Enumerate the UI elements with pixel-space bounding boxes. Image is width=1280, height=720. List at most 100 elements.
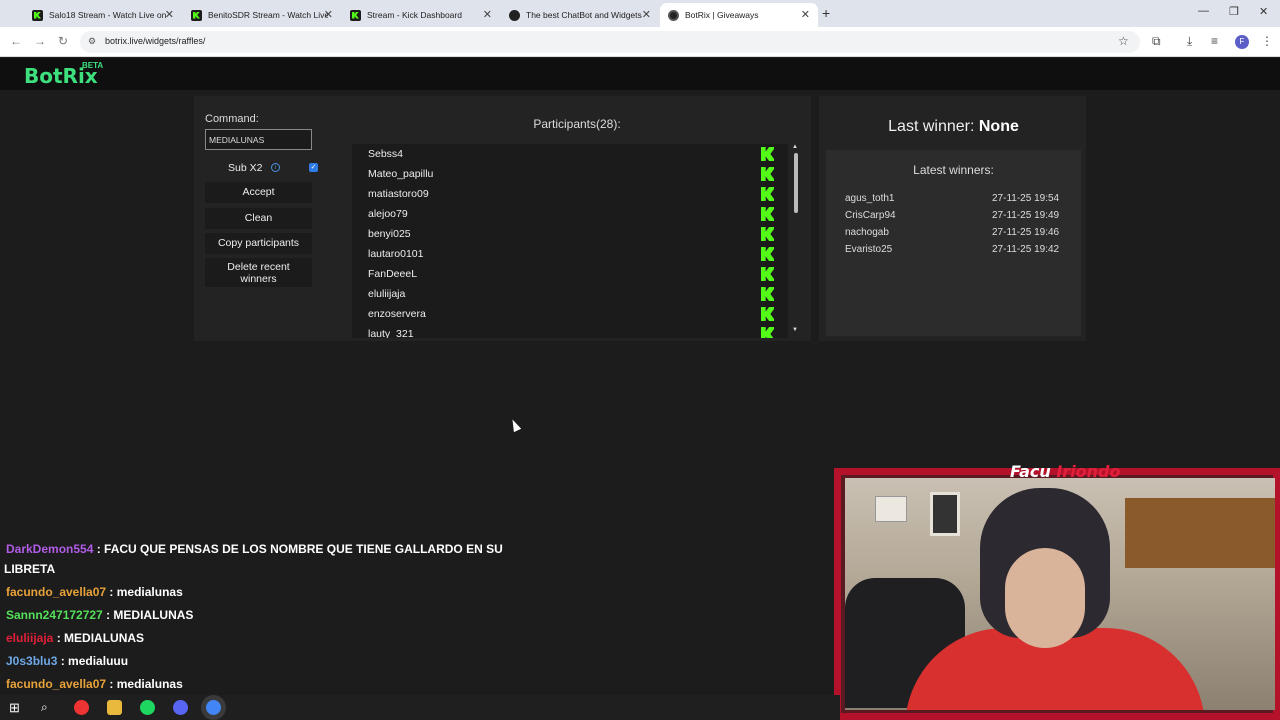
- winner-name: CrisCarp94: [845, 210, 896, 221]
- command-input[interactable]: [205, 129, 312, 150]
- reload-icon[interactable]: ↻: [58, 34, 68, 48]
- last-winner: Last winner: None: [826, 118, 1081, 136]
- media-icon[interactable]: ≡: [1211, 34, 1218, 48]
- kick-icon: [761, 247, 774, 261]
- chat-text: : medialuuu: [60, 654, 129, 668]
- winner-date: 27-11-25 19:54: [992, 193, 1060, 204]
- extensions-icon[interactable]: ⧉: [1152, 34, 1161, 49]
- chat-message: facundo_avella07 : medialunas: [6, 677, 183, 691]
- participant-row: enzoservera: [352, 304, 788, 324]
- browser-tab-bar: Salo18 Stream - Watch Live on ✕ BenitoSD…: [0, 0, 1280, 27]
- scrollbar-thumb[interactable]: [794, 153, 798, 213]
- wall-picture: [930, 492, 960, 536]
- last-winner-value: None: [978, 118, 1019, 135]
- chat-username: Sannn247172727: [6, 608, 103, 622]
- chrome-icon[interactable]: [206, 700, 221, 715]
- chat-username: J0s3blu3: [6, 654, 58, 668]
- kick-icon: [761, 187, 774, 201]
- kick-icon: [761, 287, 774, 301]
- url-text: botrix.live/widgets/raffles/: [105, 36, 206, 46]
- browser-tab[interactable]: Salo18 Stream - Watch Live on ✕: [24, 3, 182, 27]
- participant-name: alejoo79: [368, 208, 408, 220]
- clean-button[interactable]: Clean: [205, 208, 312, 229]
- close-icon[interactable]: ✕: [324, 8, 333, 21]
- accept-button[interactable]: Accept: [205, 182, 312, 203]
- kick-icon: [32, 9, 43, 21]
- latest-winners-box: [826, 150, 1081, 336]
- participant-name: Mateo_papillu: [368, 168, 434, 180]
- close-icon[interactable]: ✕: [642, 8, 651, 21]
- winner-date: 27-11-25 19:46: [992, 227, 1060, 238]
- windows-taskbar: ⊞ ⌕: [0, 695, 840, 720]
- close-window-icon[interactable]: ✕: [1259, 5, 1268, 18]
- browser-tab[interactable]: BenitoSDR Stream - Watch Live ✕: [183, 3, 341, 27]
- chat-username: facundo_avella07: [6, 677, 107, 691]
- spotify-icon[interactable]: [140, 700, 155, 715]
- folder-icon[interactable]: [107, 700, 122, 715]
- participant-row: Sebss4: [352, 144, 788, 164]
- restore-icon[interactable]: ❐: [1229, 5, 1239, 18]
- menu-icon[interactable]: ⋮: [1261, 34, 1273, 48]
- close-icon[interactable]: ✕: [165, 8, 174, 21]
- botrix-header: BotRix BETA: [0, 58, 1280, 90]
- copy-participants-button[interactable]: Copy participants: [205, 233, 312, 254]
- close-icon[interactable]: ✕: [483, 8, 492, 21]
- minimize-icon[interactable]: —: [1198, 5, 1209, 17]
- participant-row: alejoo79: [352, 204, 788, 224]
- streamer-name: Facu Iriondo: [1010, 462, 1121, 481]
- participant-name: benyi025: [368, 228, 411, 240]
- back-icon[interactable]: ←: [10, 34, 22, 48]
- beta-badge: BETA: [82, 61, 104, 70]
- webcam-video: [845, 478, 1275, 710]
- close-icon[interactable]: ✕: [801, 8, 810, 21]
- address-bar-row: ← → ↻ ⚙ botrix.live/widgets/raffles/ ☆ ⧉…: [0, 27, 1280, 57]
- last-winner-label: Last winner:: [888, 118, 975, 135]
- download-icon[interactable]: ⤓: [1187, 34, 1192, 49]
- browser-tab-active[interactable]: BotRix | Giveaways ✕: [660, 3, 818, 27]
- chat-username: DarkDemon554: [6, 542, 94, 556]
- scroll-down-icon[interactable]: ▼: [792, 327, 798, 333]
- sub-x2-checkbox[interactable]: ✓: [309, 163, 318, 172]
- wall-picture: [875, 496, 907, 522]
- chat-message: Sannn247172727 : MEDIALUNAS: [6, 608, 193, 622]
- shelf: [1125, 498, 1275, 568]
- chat-text: : MEDIALUNAS: [106, 608, 194, 622]
- command-label: Command:: [205, 113, 259, 125]
- tab-label: BenitoSDR Stream - Watch Live: [208, 10, 328, 20]
- chat-text: : medialunas: [109, 677, 183, 691]
- kick-icon: [761, 267, 774, 281]
- participant-name: matiastoro09: [368, 188, 429, 200]
- tab-label: The best ChatBot and Widgets: [526, 10, 642, 20]
- winner-date: 27-11-25 19:42: [992, 244, 1060, 255]
- scroll-up-icon[interactable]: ▲: [792, 144, 798, 150]
- participants-title: Participants(28):: [533, 117, 621, 131]
- delete-recent-winners-button[interactable]: Delete recent winners: [205, 258, 312, 287]
- site-info-icon[interactable]: ⚙: [88, 36, 96, 47]
- kick-icon: [761, 207, 774, 221]
- github-icon: [509, 9, 520, 21]
- winner-name: nachogab: [845, 227, 889, 238]
- browser-tab[interactable]: Stream - Kick Dashboard ✕: [342, 3, 500, 27]
- info-icon[interactable]: i: [271, 163, 280, 172]
- new-tab-icon[interactable]: +: [822, 5, 830, 21]
- bookmark-star-icon[interactable]: ☆: [1118, 34, 1129, 48]
- mouse-cursor: [508, 417, 522, 433]
- winner-name: agus_toth1: [845, 193, 895, 204]
- search-icon[interactable]: ⌕: [41, 700, 56, 715]
- winner-date: 27-11-25 19:49: [992, 210, 1060, 221]
- chat-message: eluliijaja : MEDIALUNAS: [6, 631, 144, 645]
- kick-icon: [761, 307, 774, 321]
- app-icon[interactable]: [74, 700, 89, 715]
- participants-list[interactable]: Sebss4 Mateo_papillu matiastoro09 alejoo79 b…: [352, 144, 788, 338]
- url-field[interactable]: ⚙ botrix.live/widgets/raffles/: [80, 31, 1140, 53]
- chat-message: DarkDemon554 : FACU QUE PENSAS DE LOS NO…: [6, 542, 503, 556]
- chat-text: : MEDIALUNAS: [56, 631, 145, 645]
- forward-icon[interactable]: →: [34, 34, 46, 48]
- tab-label: Salo18 Stream - Watch Live on: [49, 10, 167, 20]
- profile-avatar[interactable]: F: [1235, 35, 1249, 49]
- chat-username: facundo_avella07: [6, 585, 107, 599]
- winner-name: Evaristo25: [845, 244, 893, 255]
- browser-tab[interactable]: The best ChatBot and Widgets ✕: [501, 3, 659, 27]
- windows-start-icon[interactable]: ⊞: [9, 700, 24, 715]
- discord-icon[interactable]: [173, 700, 188, 715]
